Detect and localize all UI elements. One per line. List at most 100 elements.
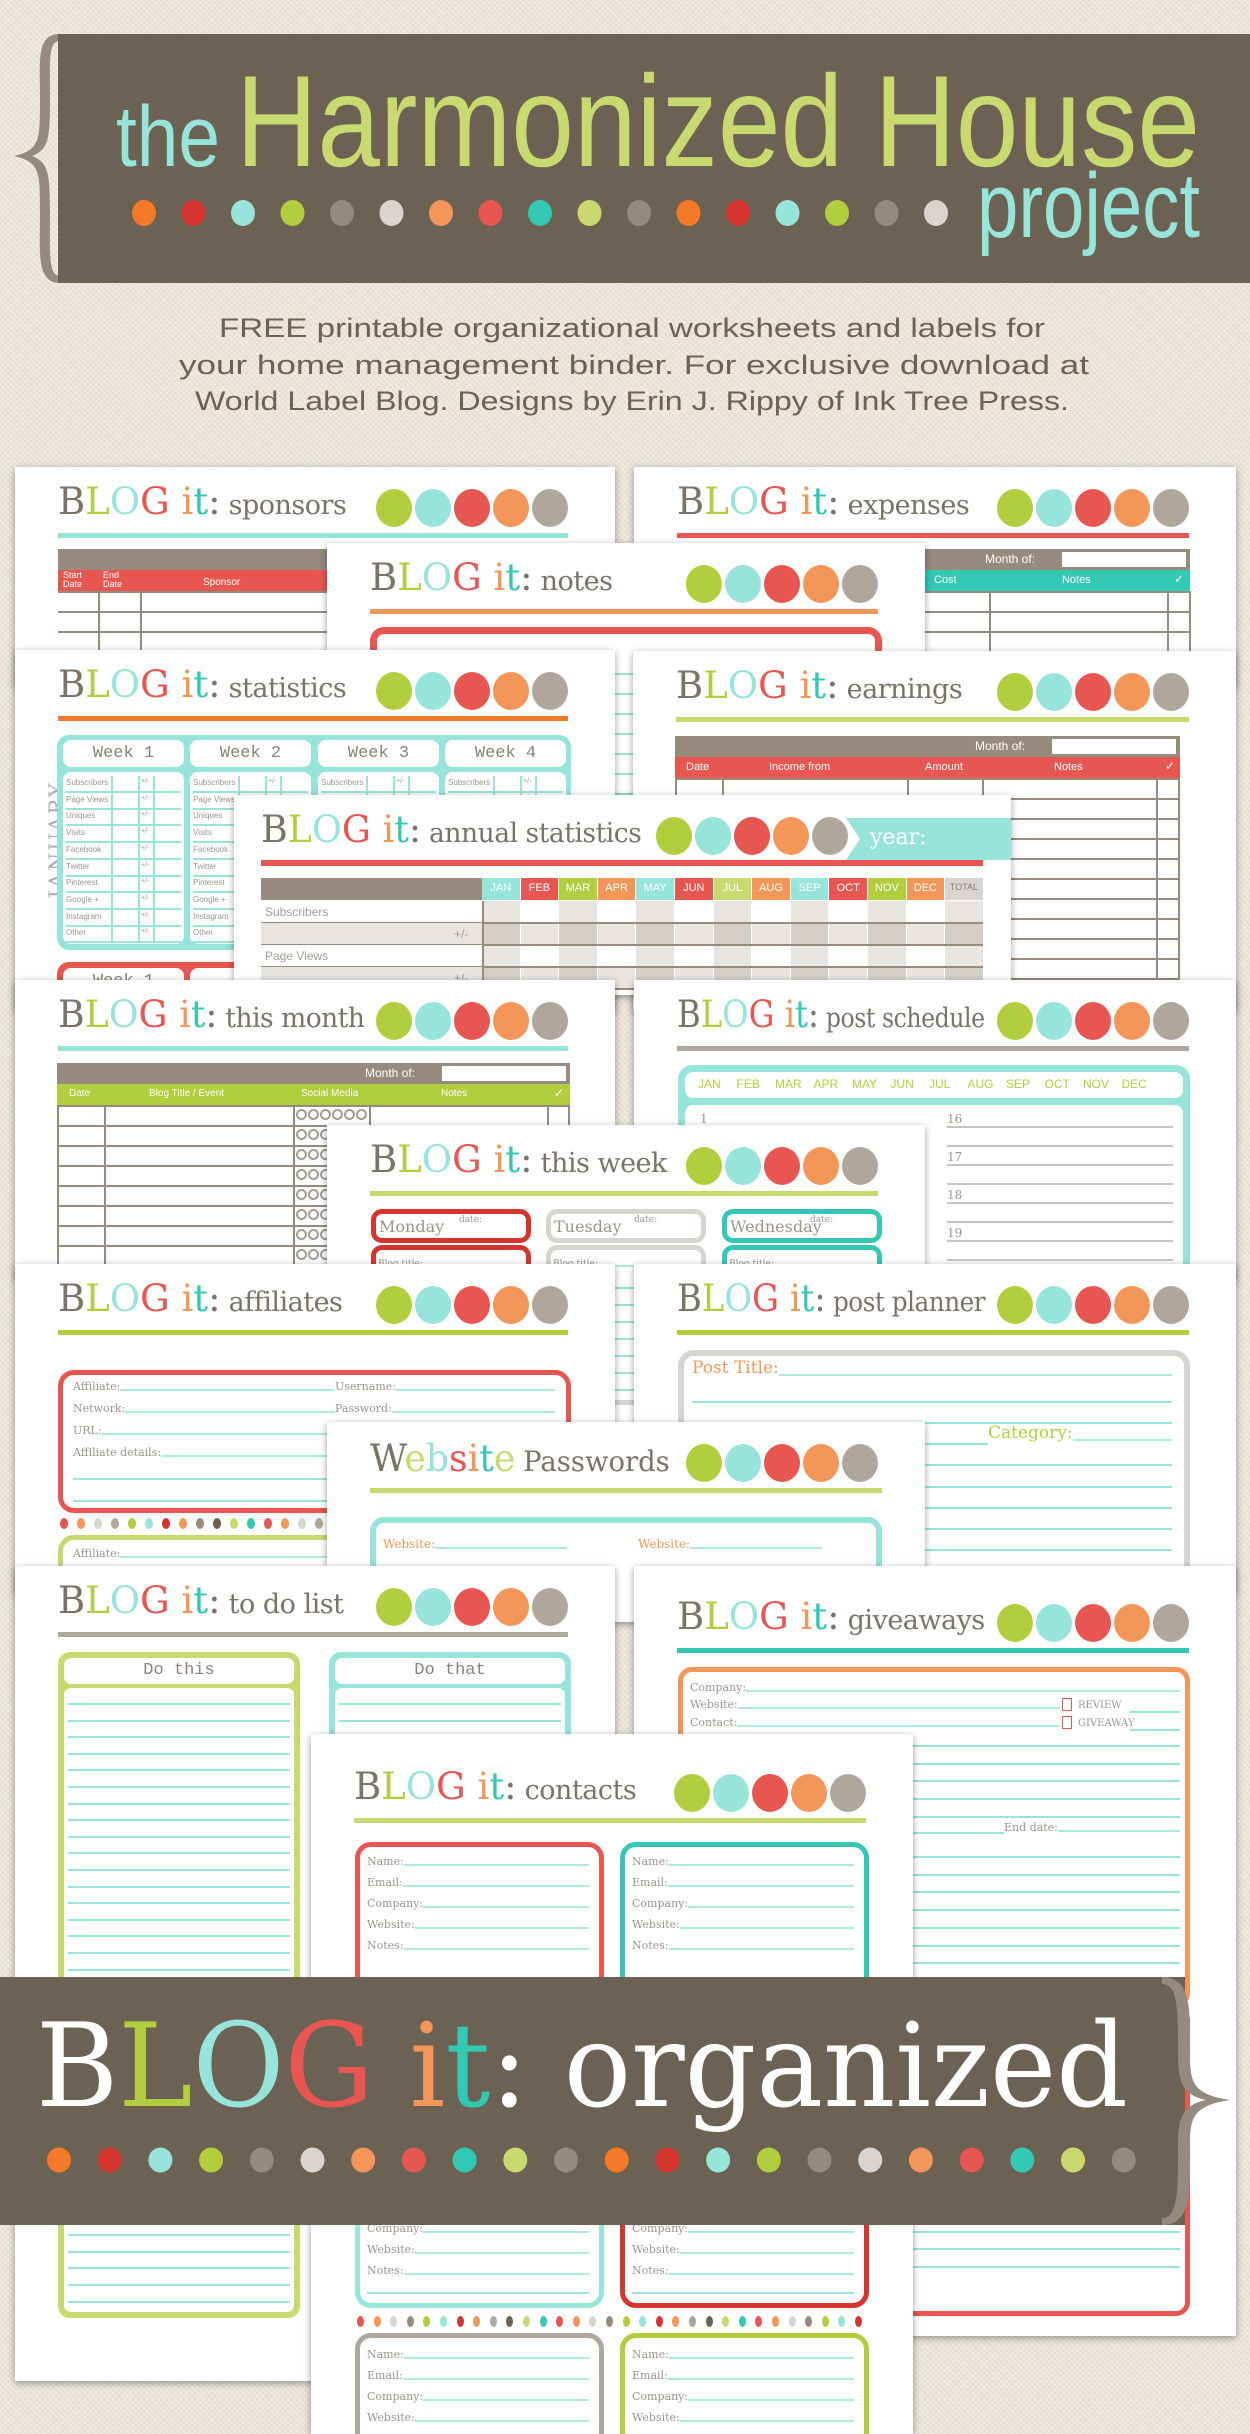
social-media-icon[interactable] bbox=[296, 1189, 307, 1200]
stat-cell[interactable] bbox=[752, 945, 790, 966]
stat-cell[interactable] bbox=[713, 923, 752, 944]
stat-cell[interactable] bbox=[520, 945, 559, 966]
month-tab[interactable]: APR bbox=[814, 1077, 839, 1091]
stat-cell[interactable] bbox=[752, 901, 790, 922]
form-field[interactable]: Post Title: bbox=[692, 1358, 1172, 1378]
month-of-input[interactable] bbox=[1062, 552, 1186, 567]
stat-cell[interactable] bbox=[559, 923, 597, 944]
social-media-icon[interactable] bbox=[308, 1249, 319, 1260]
stat-cell[interactable] bbox=[829, 945, 867, 966]
form-field[interactable]: Email: bbox=[367, 1873, 589, 1889]
month-tab[interactable]: MAY bbox=[852, 1077, 877, 1091]
form-field[interactable]: Website: bbox=[383, 1535, 567, 1551]
social-media-icon[interactable] bbox=[308, 1169, 319, 1180]
month-tab[interactable]: JUL bbox=[929, 1077, 950, 1091]
stat-cell[interactable] bbox=[829, 923, 867, 944]
stat-cell[interactable] bbox=[752, 923, 790, 944]
stat-cell[interactable] bbox=[713, 901, 752, 922]
month-tab[interactable]: JAN bbox=[698, 1077, 721, 1091]
form-field[interactable]: Notes: bbox=[632, 1936, 854, 1952]
stat-cell[interactable] bbox=[675, 945, 713, 966]
stat-cell[interactable] bbox=[713, 945, 752, 966]
stat-cell[interactable] bbox=[597, 945, 636, 966]
form-field[interactable]: Affiliate: bbox=[73, 1544, 335, 1560]
month-of-input[interactable] bbox=[442, 1066, 566, 1081]
month-tab[interactable]: JUN bbox=[891, 1077, 914, 1091]
stat-cell[interactable] bbox=[906, 923, 945, 944]
form-field[interactable]: Affiliate: bbox=[73, 1377, 335, 1393]
stat-cell[interactable] bbox=[482, 901, 520, 922]
stat-cell[interactable] bbox=[597, 901, 636, 922]
stat-cell[interactable] bbox=[945, 901, 983, 922]
social-media-icon[interactable] bbox=[308, 1209, 319, 1220]
stat-cell[interactable] bbox=[482, 945, 520, 966]
form-field[interactable]: End date: bbox=[1004, 1818, 1180, 1834]
social-media-icon[interactable] bbox=[296, 1229, 307, 1240]
form-field[interactable]: Website: bbox=[632, 2408, 854, 2424]
form-field[interactable]: Company: bbox=[632, 2387, 854, 2403]
form-field[interactable]: Website: bbox=[367, 1915, 589, 1931]
month-tab[interactable]: DEC bbox=[1122, 1077, 1147, 1091]
form-field[interactable]: Name: bbox=[632, 1852, 854, 1868]
social-media-icon[interactable] bbox=[308, 1149, 319, 1160]
month-tab[interactable]: NOV bbox=[1083, 1077, 1109, 1091]
month-tab[interactable]: AUG bbox=[968, 1077, 994, 1091]
form-field[interactable]: Company: bbox=[367, 1894, 589, 1910]
stat-cell[interactable] bbox=[790, 901, 829, 922]
form-field[interactable]: Website: bbox=[367, 2240, 589, 2256]
stat-cell[interactable] bbox=[636, 945, 674, 966]
form-field[interactable]: Password: bbox=[335, 1399, 555, 1415]
form-field[interactable]: Email: bbox=[632, 2366, 854, 2382]
form-field[interactable]: Website: bbox=[690, 1695, 1060, 1711]
form-field[interactable]: Category: bbox=[988, 1423, 1172, 1443]
social-media-icon[interactable] bbox=[308, 1229, 319, 1240]
social-media-icon[interactable] bbox=[296, 1109, 307, 1120]
form-field[interactable]: Notes: bbox=[367, 2429, 589, 2434]
stat-cell[interactable] bbox=[675, 923, 713, 944]
stat-cell[interactable] bbox=[597, 923, 636, 944]
stat-cell[interactable] bbox=[520, 923, 559, 944]
social-media-icon[interactable] bbox=[296, 1169, 307, 1180]
checkbox-review[interactable] bbox=[1062, 1698, 1072, 1711]
social-media-icon[interactable] bbox=[296, 1209, 307, 1220]
stat-cell[interactable] bbox=[945, 945, 983, 966]
month-tab[interactable]: SEP bbox=[1006, 1077, 1030, 1091]
social-media-icon[interactable] bbox=[320, 1109, 331, 1120]
form-field[interactable]: Notes: bbox=[367, 1936, 589, 1952]
form-field[interactable]: Name: bbox=[367, 2345, 589, 2361]
stat-cell[interactable] bbox=[829, 901, 867, 922]
stat-cell[interactable] bbox=[559, 945, 597, 966]
social-media-icon[interactable] bbox=[308, 1129, 319, 1140]
social-media-icon[interactable] bbox=[296, 1249, 307, 1260]
form-field[interactable]: Website: bbox=[367, 2408, 589, 2424]
social-media-icon[interactable] bbox=[344, 1109, 355, 1120]
stat-cell[interactable] bbox=[675, 901, 713, 922]
stat-cell[interactable] bbox=[482, 923, 520, 944]
stat-cell[interactable] bbox=[906, 901, 945, 922]
social-media-icon[interactable] bbox=[296, 1129, 307, 1140]
social-media-icon[interactable] bbox=[308, 1189, 319, 1200]
stat-cell[interactable] bbox=[945, 923, 983, 944]
form-field[interactable]: Notes: bbox=[632, 2429, 854, 2434]
checkbox-giveaway[interactable] bbox=[1062, 1716, 1072, 1729]
month-tab[interactable]: MAR bbox=[775, 1077, 802, 1091]
stat-cell[interactable] bbox=[868, 923, 906, 944]
form-field[interactable]: Website: bbox=[638, 1535, 822, 1551]
form-field[interactable]: Name: bbox=[632, 2345, 854, 2361]
month-tab[interactable]: OCT bbox=[1045, 1077, 1070, 1091]
stat-cell[interactable] bbox=[636, 923, 674, 944]
form-field[interactable]: Company: bbox=[632, 1894, 854, 1910]
form-field[interactable]: Contact: bbox=[690, 1713, 1060, 1729]
form-field[interactable]: Email: bbox=[367, 2366, 589, 2382]
stat-cell[interactable] bbox=[906, 945, 945, 966]
form-field[interactable]: Website: bbox=[632, 1915, 854, 1931]
form-field[interactable]: Company: bbox=[367, 2387, 589, 2403]
form-field[interactable]: Network: bbox=[73, 1399, 335, 1415]
stat-cell[interactable] bbox=[868, 945, 906, 966]
social-media-icon[interactable] bbox=[308, 1109, 319, 1120]
social-media-icon[interactable] bbox=[332, 1109, 343, 1120]
month-tab[interactable]: FEB bbox=[737, 1077, 760, 1091]
month-of-input[interactable] bbox=[1052, 739, 1176, 754]
form-field[interactable]: Notes: bbox=[367, 2261, 589, 2277]
form-field[interactable]: Email: bbox=[632, 1873, 854, 1889]
